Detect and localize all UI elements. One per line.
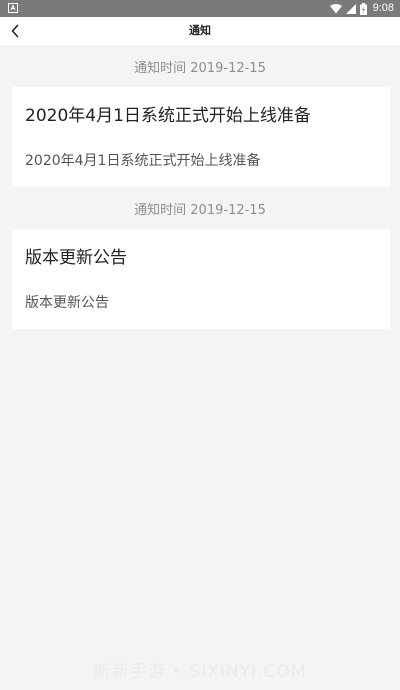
- status-bar: 9:08: [0, 0, 400, 17]
- notice-card[interactable]: 2020年4月1日系统正式开始上线准备 2020年4月1日系统正式开始上线准备: [12, 87, 390, 187]
- app-notification-icon: [8, 3, 18, 13]
- notice-body: 版本更新公告: [25, 295, 109, 311]
- notice-title: 2020年4月1日系统正式开始上线准备: [25, 106, 311, 126]
- notice-time: 通知时间 2019-12-15: [134, 203, 266, 218]
- status-indicators: 9:08: [329, 1, 394, 16]
- battery-icon: [359, 2, 367, 15]
- notice-time: 通知时间 2019-12-15: [134, 61, 266, 76]
- watermark: 新新手游 • SIXINYI.COM: [93, 662, 307, 682]
- page-title: 通知: [189, 24, 211, 37]
- wifi-icon: [329, 3, 342, 13]
- notice-item: 通知时间 2019-12-15 版本更新公告 版本更新公告: [0, 187, 400, 329]
- notice-title: 版本更新公告: [25, 248, 127, 268]
- notice-item: 通知时间 2019-12-15 2020年4月1日系统正式开始上线准备 2020…: [0, 45, 400, 187]
- notice-card[interactable]: 版本更新公告 版本更新公告: [12, 229, 390, 329]
- notice-list: 通知时间 2019-12-15 2020年4月1日系统正式开始上线准备 2020…: [0, 45, 400, 329]
- notice-body: 2020年4月1日系统正式开始上线准备: [25, 153, 261, 169]
- status-time: 9:08: [372, 2, 394, 14]
- title-bar: 通知: [0, 17, 400, 45]
- signal-icon: [345, 3, 356, 14]
